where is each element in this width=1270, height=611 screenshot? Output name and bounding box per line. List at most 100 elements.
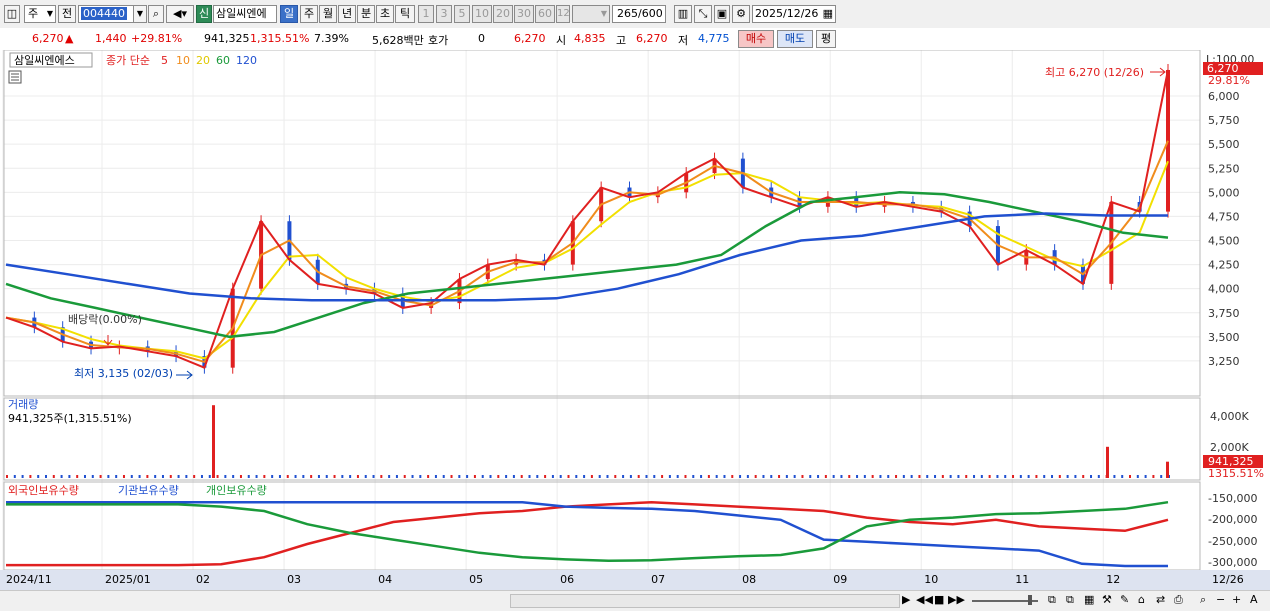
period-month[interactable]: 월	[319, 5, 337, 23]
minute-120[interactable]: 120	[556, 5, 570, 23]
font-size-icon[interactable]: A	[1250, 593, 1258, 606]
code-input[interactable]: 004440	[78, 5, 138, 23]
volume-bar	[60, 475, 63, 478]
volume-bar	[895, 475, 898, 478]
turnover-value: 7.39%	[314, 32, 349, 45]
search-icon[interactable]: ⌕	[148, 5, 164, 23]
eval-button[interactable]: 평	[816, 30, 836, 48]
volume-bar	[161, 475, 164, 478]
scrollbar[interactable]	[510, 594, 900, 608]
holding-lines	[6, 500, 1169, 568]
volume-bar	[333, 475, 336, 478]
volume-value-text: 941,325주(1,315.51%)	[8, 412, 132, 425]
copy-icon[interactable]: ⧉	[1066, 593, 1074, 607]
stock-chart[interactable]: 삼일씨엔에스 종가 단순 5 10 20 60 120 최고 6,270 (12…	[0, 49, 1270, 590]
credit-badge[interactable]: 신	[196, 5, 212, 23]
volume-bar	[395, 475, 398, 478]
type-button[interactable]: 전	[58, 5, 76, 23]
forward-icon[interactable]: ▶▶	[948, 593, 965, 606]
holding-tick-150k: -150,000	[1208, 492, 1257, 505]
play-icon[interactable]: ▶	[902, 593, 910, 606]
buy-button[interactable]: 매수	[738, 30, 774, 48]
volume-bar	[551, 475, 554, 478]
code-dropdown-icon[interactable]: ▼	[133, 5, 147, 23]
window-icon[interactable]: ◫	[4, 5, 20, 23]
period-week[interactable]: 주	[300, 5, 318, 23]
up-arrow-icon: ▲	[65, 32, 74, 45]
zoom-out-icon[interactable]: −	[1216, 593, 1225, 606]
minute-5[interactable]: 5	[454, 5, 470, 23]
zoom-in-icon[interactable]: +	[1232, 593, 1241, 606]
volume-bar	[739, 475, 742, 478]
price-tick-label: 5,500	[1208, 138, 1240, 151]
volume-bar	[1051, 475, 1054, 478]
price-tick-label: 3,250	[1208, 355, 1240, 368]
period-tick[interactable]: 틱	[395, 5, 415, 23]
minute-20[interactable]: 20	[493, 5, 513, 23]
stop-icon[interactable]: ■	[934, 593, 944, 606]
volume-bars	[6, 405, 1170, 478]
market-select[interactable]: 주 ▼	[24, 5, 56, 23]
volume-bar	[83, 475, 86, 478]
minute-3[interactable]: 3	[436, 5, 452, 23]
period-year[interactable]: 년	[338, 5, 356, 23]
x-axis-label: 2025/01	[105, 573, 151, 586]
period-second[interactable]: 초	[376, 5, 394, 23]
tool-icon[interactable]: ⚒	[1102, 593, 1112, 606]
volume-bar	[6, 475, 8, 478]
volume-bar	[13, 475, 16, 478]
volume-tick-4000k: 4,000K	[1210, 410, 1249, 423]
save-icon[interactable]: ▣	[714, 5, 730, 23]
count-field[interactable]: 265/600	[612, 5, 666, 23]
gear-icon[interactable]: ⚙	[732, 5, 750, 23]
zoom-slider-handle[interactable]	[1028, 595, 1032, 605]
price-tick-label: 5,000	[1208, 186, 1240, 199]
volume-bar	[317, 475, 320, 478]
volume-bar	[107, 475, 110, 478]
tag-icon[interactable]: ⌂	[1138, 593, 1145, 606]
draw-icon[interactable]: ✎	[1120, 593, 1129, 606]
chart-area[interactable]: 삼일씨엔에스 종가 단순 5 10 20 60 120 최고 6,270 (12…	[0, 49, 1270, 590]
low-label: 저	[678, 34, 689, 47]
volume-bar	[1019, 475, 1022, 478]
holding-foreign-line	[6, 500, 1169, 567]
minute-30[interactable]: 30	[514, 5, 534, 23]
volume-bar	[1082, 475, 1085, 478]
share-icon[interactable]: ⇄	[1156, 593, 1165, 606]
price-tick-label: 4,500	[1208, 235, 1240, 248]
volume-bar	[645, 475, 648, 478]
layout-icon[interactable]: ⧉	[1048, 593, 1056, 607]
speaker-icon[interactable]: ◀▾	[166, 5, 194, 23]
minute-60[interactable]: 60	[535, 5, 555, 23]
period-minute[interactable]: 분	[357, 5, 375, 23]
volume-bar	[380, 475, 383, 478]
zoom-search-icon[interactable]: ⌕	[1200, 593, 1206, 607]
minute-1[interactable]: 1	[418, 5, 434, 23]
volume-bar	[887, 475, 890, 478]
crosshair-icon[interactable]: ⤡	[694, 5, 712, 23]
volume-bar	[575, 475, 578, 478]
bottom-bar: ▶ ◀◀ ■ ▶▶ ⧉ ⧉ ▦ ⚒ ✎ ⌂ ⇄ ⎙ ⌕ − + A	[0, 590, 1270, 611]
rewind-icon[interactable]: ◀◀	[916, 593, 933, 606]
volume-bar	[536, 475, 539, 478]
volume-bar	[949, 475, 952, 478]
date-field[interactable]: 2025/12/26 ▦	[752, 5, 836, 23]
sell-button[interactable]: 매도	[777, 30, 813, 48]
volume-bar	[1152, 475, 1155, 478]
price-tick-label: 4,000	[1208, 283, 1240, 296]
custom-period-select[interactable]: ▼	[572, 5, 610, 23]
volume-bar	[629, 475, 632, 478]
minute-10[interactable]: 10	[472, 5, 492, 23]
volume-bar	[996, 475, 999, 478]
candle-icon[interactable]: ▥	[674, 5, 692, 23]
print-icon[interactable]: ⎙	[1174, 593, 1183, 607]
period-day[interactable]: 일	[280, 5, 298, 23]
count-value: 265	[617, 7, 638, 20]
volume-bar	[965, 475, 968, 478]
volume-bar	[926, 475, 929, 478]
volume-bar	[879, 475, 882, 478]
ma-5-line	[5, 69, 1169, 370]
x-axis-label: 03	[287, 573, 301, 586]
grid-icon[interactable]: ▦	[1084, 593, 1094, 606]
volume-bar	[364, 475, 367, 478]
